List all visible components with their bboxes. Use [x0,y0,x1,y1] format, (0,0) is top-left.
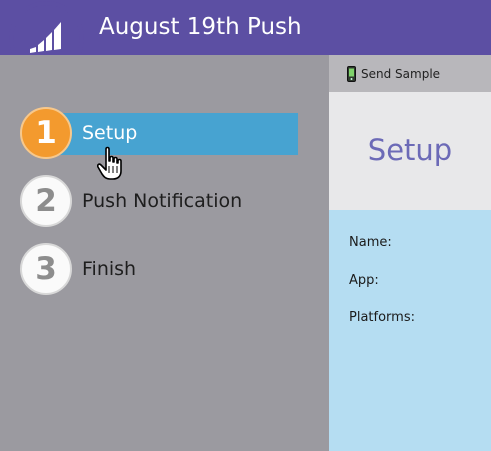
step-setup[interactable]: 1 Setup [20,107,310,159]
page-title: August 19th Push [99,14,302,40]
step-push-notification[interactable]: 2 Push Notification [20,175,310,227]
name-field-label: Name: [349,235,392,250]
step-number-badge: 2 [20,175,72,227]
app-field-label: App: [349,273,379,288]
step-label: Push Notification [82,190,243,212]
push-setup-screen: August 19th Push 1 Setup 2 Push Notifica… [0,0,491,451]
preview-toolbar: Send Sample [329,55,491,92]
preview-panel: Send Sample Setup Name: App: Platforms: [329,55,491,451]
preview-header: Setup [329,92,491,210]
step-number-badge: 3 [20,243,72,295]
send-sample-button[interactable]: Send Sample [346,65,441,82]
preview-title: Setup [367,133,453,167]
hand-pointer-icon [97,146,122,180]
phone-send-icon [347,65,356,82]
step-number-badge: 1 [20,107,72,159]
preview-details: Name: App: Platforms: [329,210,491,451]
step-label: Finish [82,258,137,280]
send-sample-label: Send Sample [361,66,441,81]
step-label: Setup [82,122,138,144]
step-finish[interactable]: 3 Finish [20,243,310,295]
platforms-field-label: Platforms: [349,310,415,325]
